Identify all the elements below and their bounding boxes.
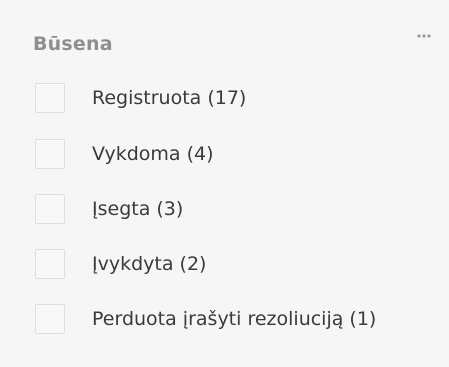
filter-option-isegta[interactable]: Įsegta (3) xyxy=(35,193,183,225)
filter-option-vykdoma[interactable]: Vykdoma (4) xyxy=(35,138,214,170)
filter-option-perduota[interactable]: Perduota įrašyti rezoliuciją (1) xyxy=(35,303,376,335)
filter-option-ivykdyta[interactable]: Įvykdyta (2) xyxy=(35,248,206,280)
filter-title: Būsena xyxy=(33,33,113,55)
checkbox[interactable] xyxy=(35,304,65,334)
checkbox[interactable] xyxy=(35,194,65,224)
more-horizontal-icon xyxy=(417,34,431,38)
filter-option-registruota[interactable]: Registruota (17) xyxy=(35,82,246,114)
filter-option-label: Įsegta (3) xyxy=(92,198,184,220)
filter-option-label: Įvykdyta (2) xyxy=(92,253,207,275)
more-options-button[interactable] xyxy=(412,26,436,46)
checkbox[interactable] xyxy=(35,83,65,113)
filter-option-label: Vykdoma (4) xyxy=(92,143,214,165)
filter-option-label: Perduota įrašyti rezoliuciją (1) xyxy=(92,308,377,330)
status-filter-panel: Būsena Registruota (17) Vykdoma (4) Įseg… xyxy=(0,0,449,367)
checkbox[interactable] xyxy=(35,139,65,169)
checkbox[interactable] xyxy=(35,249,65,279)
filter-option-label: Registruota (17) xyxy=(92,87,247,109)
